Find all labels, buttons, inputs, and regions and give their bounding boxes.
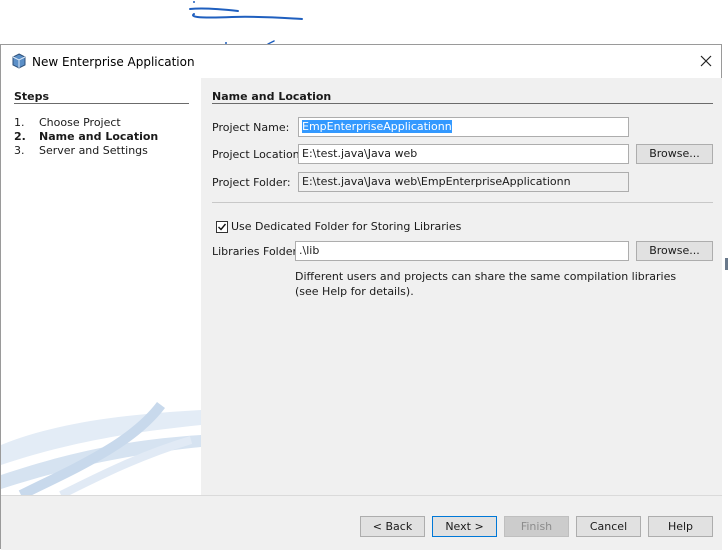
finish-button[interactable]: Finish [504,516,569,537]
step-item: 3. Server and Settings [14,144,148,157]
section-title: Name and Location [212,90,332,103]
libraries-folder-label: Libraries Folder: [212,245,301,258]
project-folder-label: Project Folder: [212,176,291,189]
libraries-note-line: (see Help for details). [295,285,414,298]
section-divider [212,103,713,104]
project-location-input[interactable]: E:\test.java\Java web [298,144,629,164]
browse-location-button[interactable]: Browse... [636,144,713,164]
steps-panel: Steps 1. Choose Project 2. Name and Locati… [1,78,201,495]
steps-list: 1. Choose Project 2. Name and Location 3. S… [14,116,158,158]
project-name-value: EmpEnterpriseApplicationn [302,120,452,133]
close-icon[interactable] [697,52,715,70]
content-panel: Name and Location Project Name: EmpEnter… [201,78,722,495]
libraries-folder-input[interactable]: .\lib [295,241,629,261]
new-enterprise-application-dialog: New Enterprise Application Steps 1. Choos… [0,44,722,550]
step-item-current: 2. Name and Location [14,130,159,143]
step-item: 1. Choose Project [14,116,121,129]
libraries-note: Different users and projects can share t… [295,269,676,299]
title-bar: New Enterprise Application [1,45,721,78]
browse-libraries-button[interactable]: Browse... [636,241,713,261]
back-button[interactable]: < Back [360,516,425,537]
decorative-swoosh-graphic [1,401,201,495]
project-name-input[interactable]: EmpEnterpriseApplicationn [298,117,629,137]
project-folder-field: E:\test.java\Java web\EmpEnterpriseAppli… [298,172,629,192]
button-bar: < Back Next > Finish Cancel Help [1,495,722,550]
checkmark-icon [218,223,227,231]
libraries-note-line: Different users and projects can share t… [295,270,677,283]
pen-scribble [189,1,303,45]
steps-divider [14,103,189,104]
project-name-label: Project Name: [212,121,290,134]
next-button[interactable]: Next > [432,516,497,537]
project-location-label: Project Location: [212,148,304,161]
help-button[interactable]: Help [648,516,713,537]
dedicated-folder-checkbox[interactable] [216,221,228,233]
form-divider [212,202,713,203]
steps-heading: Steps [14,90,50,103]
cancel-button[interactable]: Cancel [576,516,641,537]
dedicated-folder-label[interactable]: Use Dedicated Folder for Storing Librari… [231,220,461,233]
window-title: New Enterprise Application [32,55,195,69]
netbeans-cube-icon [12,53,26,69]
